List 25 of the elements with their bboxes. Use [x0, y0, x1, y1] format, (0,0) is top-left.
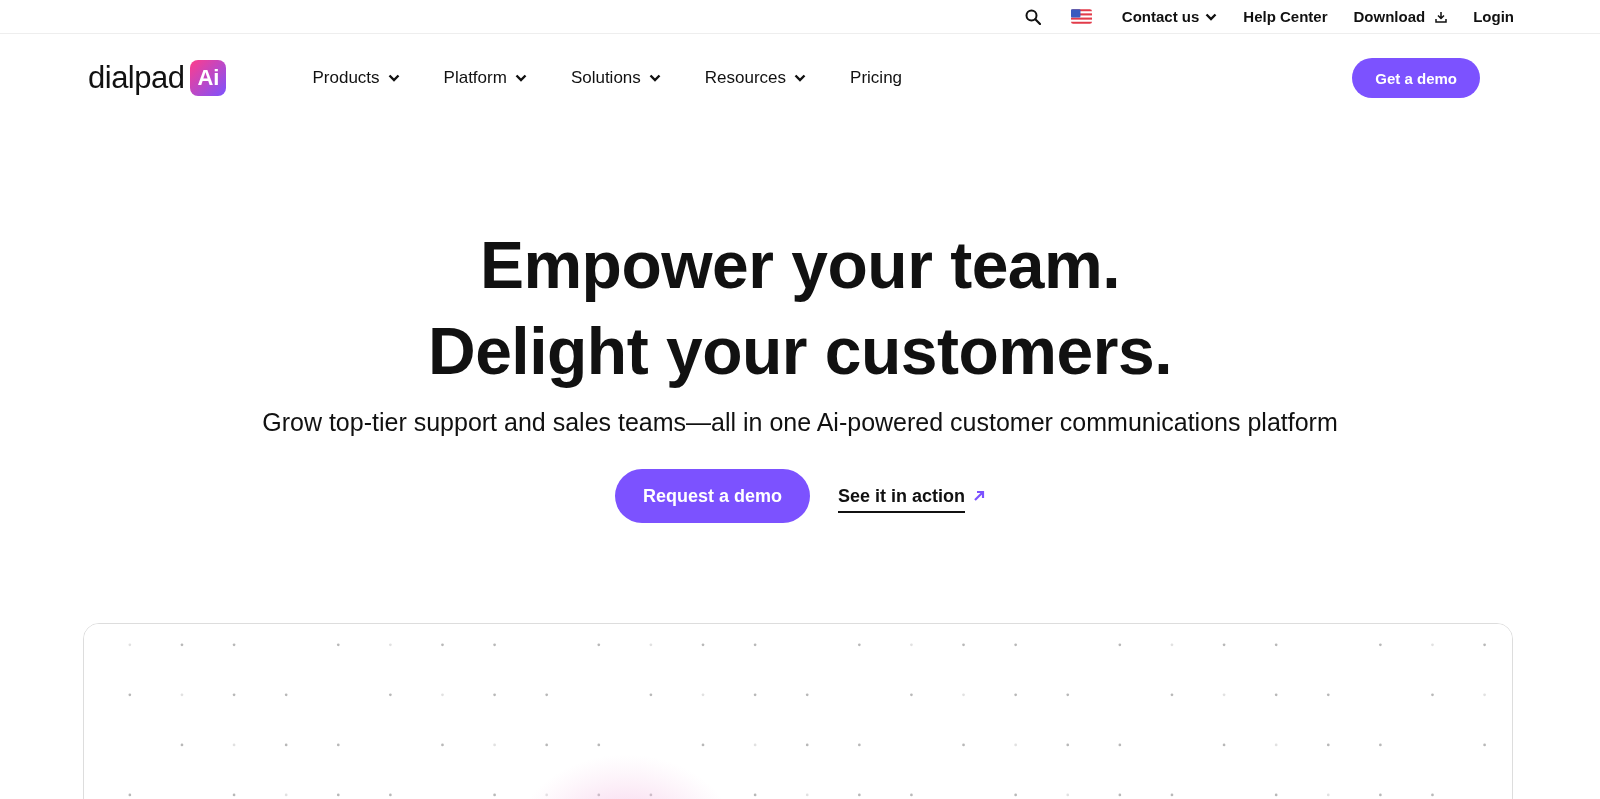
chevron-down-icon: [1205, 12, 1218, 21]
arrow-up-right-icon: [973, 490, 986, 502]
nav-item[interactable]: Resources: [704, 68, 807, 88]
utility-link[interactable]: Login: [1473, 8, 1514, 25]
download-icon: [1435, 10, 1448, 23]
utility-link[interactable]: Help Center: [1243, 8, 1328, 25]
logo-badge[interactable]: Ai: [190, 60, 227, 96]
nav-item[interactable]: Solutions: [570, 68, 661, 88]
chevron-down-icon: [648, 74, 661, 82]
hero-subtitle: Grow top-tier support and sales teams—all in one Ai-powered customer communications platform: [262, 408, 1338, 437]
chevron-down-icon: [514, 74, 527, 82]
chevron-down-icon: [794, 74, 807, 82]
logo-wordmark[interactable]: dialpad: [88, 60, 185, 96]
chevron-down-icon: [387, 74, 400, 82]
nav-item[interactable]: Platform: [443, 68, 527, 88]
utility-link[interactable]: Download: [1353, 8, 1448, 25]
nav-item[interactable]: Pricing: [850, 68, 903, 88]
request-demo-button[interactable]: Request a demo: [614, 469, 810, 523]
search-icon[interactable]: [1024, 8, 1041, 25]
nav-item[interactable]: Products: [312, 68, 400, 88]
utility-link[interactable]: Contact us: [1121, 8, 1218, 25]
flag-icon[interactable]: [1070, 9, 1092, 24]
get-demo-button[interactable]: Get a demo: [1352, 58, 1480, 98]
hero-title: Empower your team. Delight your customers.: [428, 227, 1172, 390]
see-in-action-link[interactable]: See it in action: [838, 479, 966, 513]
